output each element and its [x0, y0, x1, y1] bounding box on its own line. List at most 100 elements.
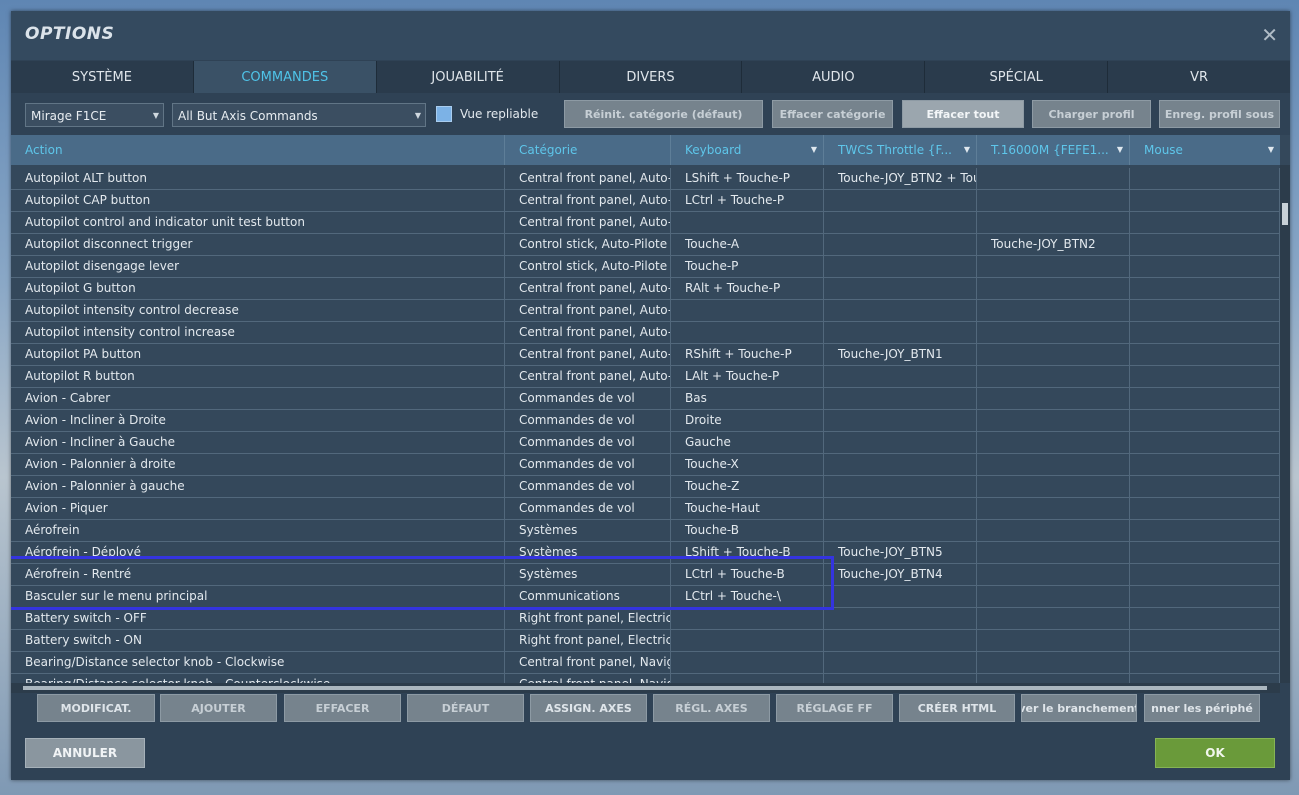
cell-t16000m[interactable]: [977, 586, 1130, 607]
cell-t16000m[interactable]: [977, 674, 1130, 683]
tab-vr[interactable]: VR: [1108, 61, 1291, 93]
cell-mouse[interactable]: [1130, 410, 1280, 431]
tab-commandes[interactable]: COMMANDES: [193, 61, 377, 93]
cell-t16000m[interactable]: [977, 388, 1130, 409]
table-row[interactable]: Avion - Palonnier à gauche Commandes de v…: [11, 476, 1280, 498]
cell-keyboard[interactable]: Touche-Haut: [671, 498, 824, 519]
table-row[interactable]: Autopilot intensity control increase Cent…: [11, 322, 1280, 344]
ok-button[interactable]: OK: [1155, 738, 1275, 768]
ff-tune-button[interactable]: RÉGLAGE FF: [776, 694, 893, 722]
cell-mouse[interactable]: [1130, 674, 1280, 683]
category-filter-select[interactable]: All But Axis Commands ▼: [172, 103, 426, 127]
cell-mouse[interactable]: [1130, 212, 1280, 233]
table-row[interactable]: Aérofrein - Déployé Systèmes LShift + Touc…: [11, 542, 1280, 564]
table-row[interactable]: Avion - Incliner à Droite Commandes de vo…: [11, 410, 1280, 432]
cell-mouse[interactable]: [1130, 476, 1280, 497]
assign-axes-button[interactable]: ASSIGN. AXES: [530, 694, 647, 722]
cell-twcs-throttle[interactable]: [824, 410, 977, 431]
cell-keyboard[interactable]: [671, 608, 824, 629]
cell-t16000m[interactable]: [977, 344, 1130, 365]
cell-keyboard[interactable]: RShift + Touche-P: [671, 344, 824, 365]
cell-keyboard[interactable]: [671, 652, 824, 673]
tab-jouabilite[interactable]: JOUABILITÉ: [376, 61, 560, 93]
delete-button[interactable]: EFFACER: [284, 694, 401, 722]
cell-t16000m[interactable]: [977, 652, 1130, 673]
cell-mouse[interactable]: [1130, 322, 1280, 343]
cell-t16000m[interactable]: Touche-JOY_BTN2: [977, 234, 1130, 255]
cell-t16000m[interactable]: [977, 256, 1130, 277]
cell-twcs-throttle[interactable]: [824, 234, 977, 255]
cell-keyboard[interactable]: Touche-Z: [671, 476, 824, 497]
cell-keyboard[interactable]: LShift + Touche-P: [671, 168, 824, 189]
table-row[interactable]: Aérofrein Systèmes Touche-B: [11, 520, 1280, 542]
cell-mouse[interactable]: [1130, 300, 1280, 321]
scrollbar-thumb[interactable]: [1282, 203, 1288, 225]
cell-twcs-throttle[interactable]: [824, 278, 977, 299]
cell-keyboard[interactable]: Touche-A: [671, 234, 824, 255]
table-row[interactable]: Autopilot control and indicator unit tes…: [11, 212, 1280, 234]
cell-twcs-throttle[interactable]: [824, 190, 977, 211]
modify-button[interactable]: MODIFICAT.: [37, 694, 155, 722]
cell-t16000m[interactable]: [977, 366, 1130, 387]
cell-mouse[interactable]: [1130, 168, 1280, 189]
cell-mouse[interactable]: [1130, 234, 1280, 255]
table-row[interactable]: Autopilot disengage lever Control stick, …: [11, 256, 1280, 278]
cell-twcs-throttle[interactable]: [824, 212, 977, 233]
table-row[interactable]: Autopilot G button Central front panel, A…: [11, 278, 1280, 300]
make-html-button[interactable]: CRÉER HTML: [899, 694, 1015, 722]
cell-keyboard[interactable]: [671, 630, 824, 651]
table-row[interactable]: Autopilot intensity control decrease Cent…: [11, 300, 1280, 322]
cell-mouse[interactable]: [1130, 190, 1280, 211]
column-header-twcs-throttle[interactable]: TWCS Throttle {F... ▼: [824, 135, 977, 165]
cell-twcs-throttle[interactable]: [824, 674, 977, 683]
load-profile-button[interactable]: Charger profil: [1032, 100, 1151, 128]
chevron-down-icon[interactable]: ▼: [964, 135, 970, 165]
cell-keyboard[interactable]: Touche-X: [671, 454, 824, 475]
cell-mouse[interactable]: [1130, 278, 1280, 299]
cell-keyboard[interactable]: RAlt + Touche-P: [671, 278, 824, 299]
cell-mouse[interactable]: [1130, 256, 1280, 277]
cell-twcs-throttle[interactable]: [824, 300, 977, 321]
column-header-category[interactable]: Catégorie: [505, 135, 671, 165]
table-row[interactable]: Autopilot ALT button Central front panel,…: [11, 168, 1280, 190]
cell-twcs-throttle[interactable]: [824, 322, 977, 343]
select-devices-button[interactable]: nner les périphé: [1144, 694, 1260, 722]
reset-category-button[interactable]: Réinit. catégorie (défaut): [564, 100, 763, 128]
table-row[interactable]: Bearing/Distance selector knob - Clockwi…: [11, 652, 1280, 674]
cell-mouse[interactable]: [1130, 388, 1280, 409]
tab-divers[interactable]: DIVERS: [559, 61, 743, 93]
column-header-action[interactable]: Action: [11, 135, 505, 165]
cell-t16000m[interactable]: [977, 278, 1130, 299]
table-row[interactable]: Avion - Piquer Commandes de vol Touche-Hau…: [11, 498, 1280, 520]
cell-t16000m[interactable]: [977, 520, 1130, 541]
cell-keyboard[interactable]: [671, 212, 824, 233]
cell-twcs-throttle[interactable]: Touche-JOY_BTN2 + Touche-P: [824, 168, 977, 189]
cell-keyboard[interactable]: Droite: [671, 410, 824, 431]
cell-twcs-throttle[interactable]: [824, 454, 977, 475]
cell-t16000m[interactable]: [977, 564, 1130, 585]
tab-audio[interactable]: AUDIO: [742, 61, 926, 93]
cell-mouse[interactable]: [1130, 586, 1280, 607]
cell-t16000m[interactable]: [977, 476, 1130, 497]
cell-t16000m[interactable]: [977, 190, 1130, 211]
cell-keyboard[interactable]: Touche-P: [671, 256, 824, 277]
column-header-keyboard[interactable]: Keyboard ▼: [671, 135, 824, 165]
cell-t16000m[interactable]: [977, 432, 1130, 453]
cell-twcs-throttle[interactable]: Touche-JOY_BTN4: [824, 564, 977, 585]
scrollbar-thumb[interactable]: [23, 686, 1267, 690]
cell-t16000m[interactable]: [977, 322, 1130, 343]
cell-mouse[interactable]: [1130, 344, 1280, 365]
cell-twcs-throttle[interactable]: [824, 432, 977, 453]
cell-mouse[interactable]: [1130, 432, 1280, 453]
table-row[interactable]: Avion - Palonnier à droite Commandes de v…: [11, 454, 1280, 476]
cell-twcs-throttle[interactable]: [824, 652, 977, 673]
table-row[interactable]: Autopilot PA button Central front panel, …: [11, 344, 1280, 366]
cell-mouse[interactable]: [1130, 542, 1280, 563]
cell-t16000m[interactable]: [977, 454, 1130, 475]
cell-mouse[interactable]: [1130, 652, 1280, 673]
table-row[interactable]: Basculer sur le menu principal Communicat…: [11, 586, 1280, 608]
aircraft-select[interactable]: Mirage F1CE ▼: [25, 103, 164, 127]
cell-t16000m[interactable]: [977, 410, 1130, 431]
cell-twcs-throttle[interactable]: [824, 388, 977, 409]
table-row[interactable]: Avion - Incliner à Gauche Commandes de vo…: [11, 432, 1280, 454]
